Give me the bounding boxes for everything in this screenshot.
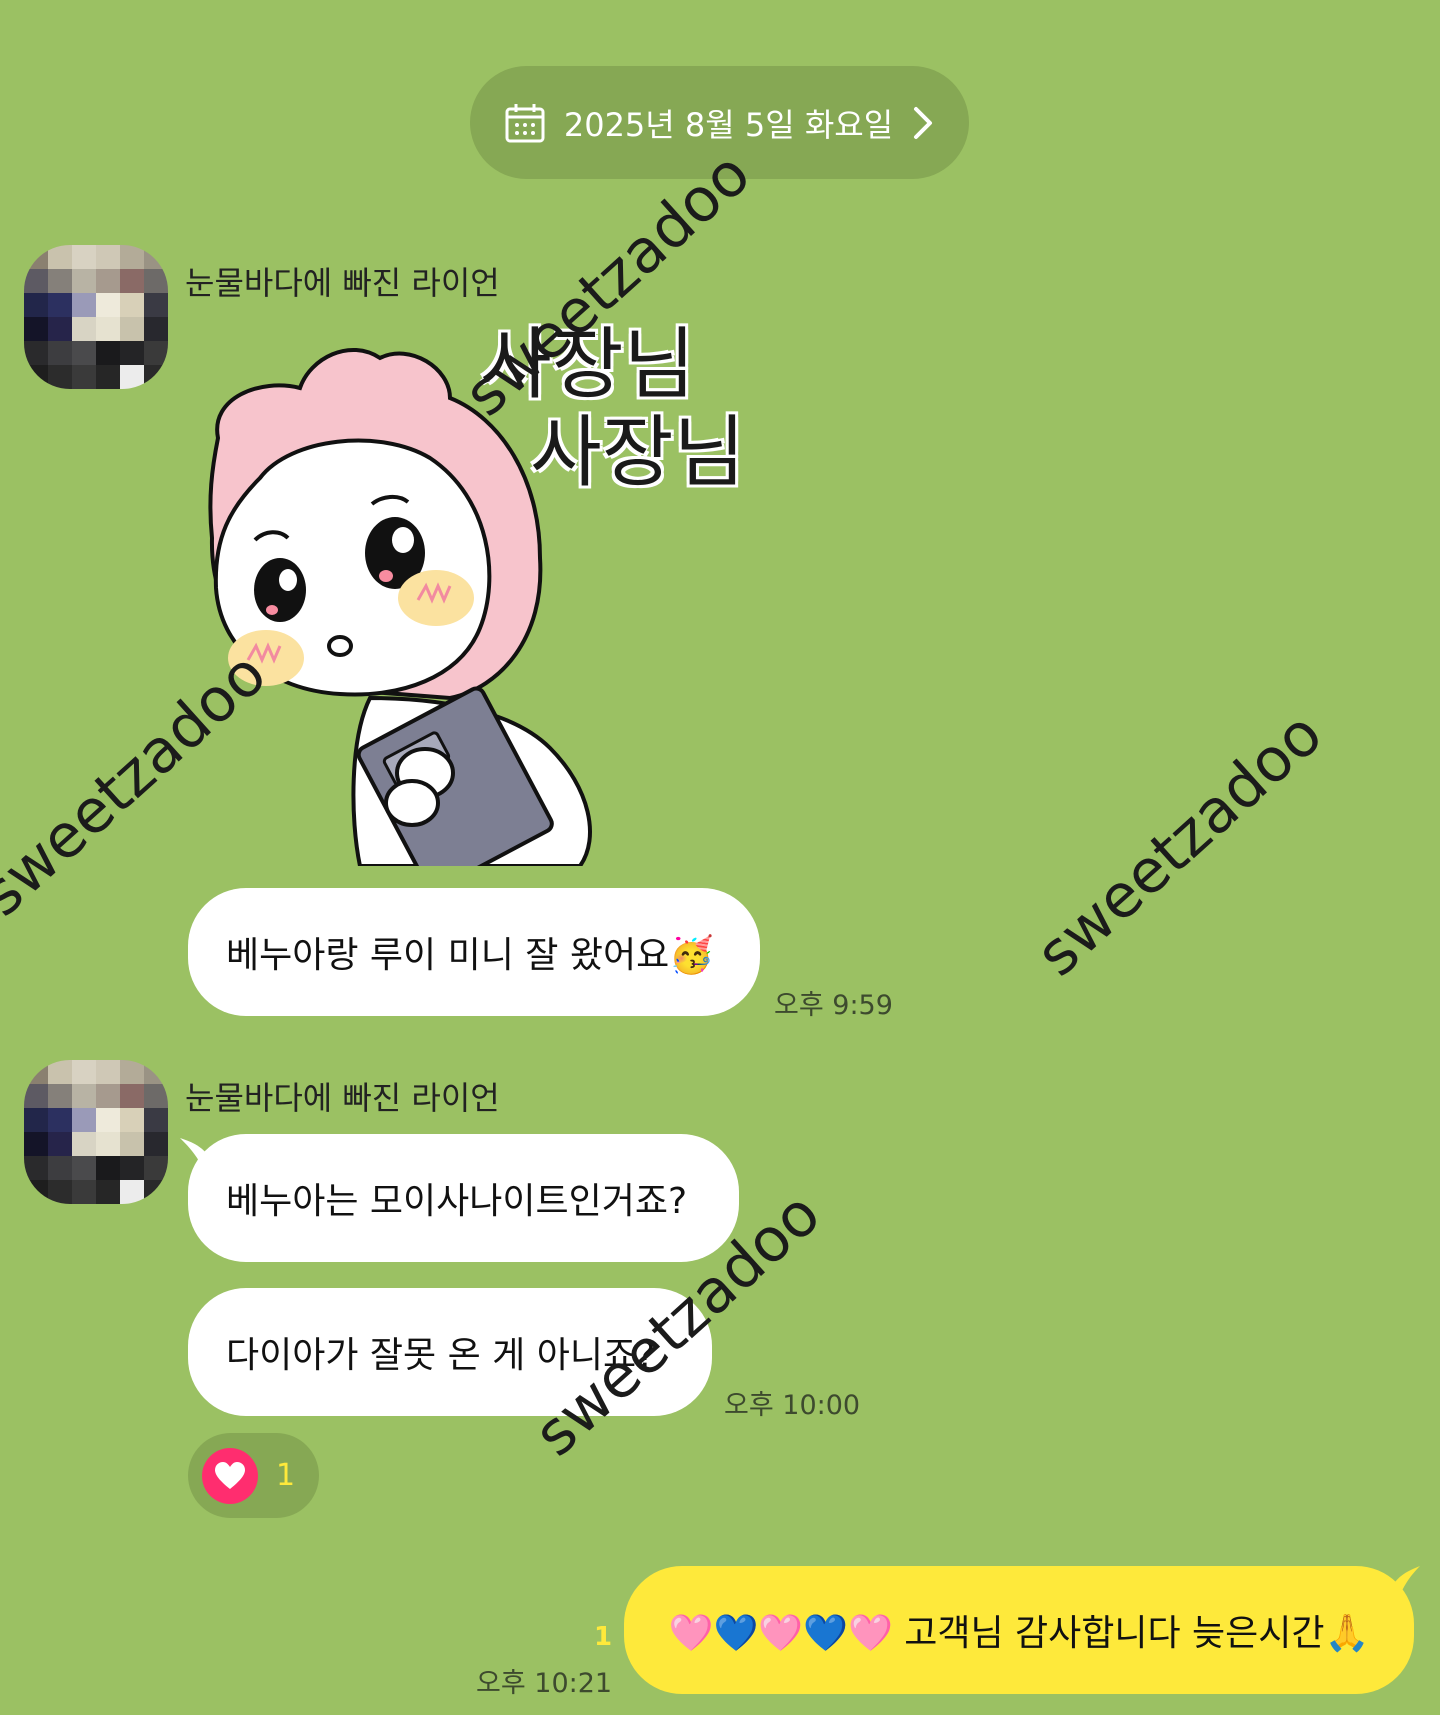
- heart-icon: [202, 1447, 258, 1504]
- my-message-bubble[interactable]: 🩷💙🩷💙🩷 고객님 감사합니다 늦은시간🙏: [624, 1566, 1414, 1694]
- date-divider-button[interactable]: 2025년 8월 5일 화요일: [470, 66, 969, 179]
- sticker-text-1: 사장님: [479, 320, 696, 410]
- chevron-right-icon: [911, 105, 935, 141]
- message-time: 오후 9:59: [774, 990, 893, 1021]
- date-label: 2025년 8월 5일 화요일: [563, 105, 894, 144]
- unread-count: 1: [594, 1622, 613, 1652]
- calendar-icon: [504, 102, 546, 144]
- message-text: 다이아가 잘못 온 게 아니죠?: [226, 1335, 656, 1376]
- sticker-image[interactable]: 사장님 사장님: [200, 318, 746, 892]
- message-text: 베누아는 모이사나이트인거죠?: [226, 1181, 688, 1222]
- avatar[interactable]: [24, 1060, 168, 1204]
- reaction-count: 1: [276, 1458, 296, 1493]
- message-text: 베누아랑 루이 미니 잘 왔어요🥳: [226, 935, 715, 976]
- message-text: 🩷💙🩷💙🩷 고객님 감사합니다 늦은시간🙏: [668, 1613, 1370, 1654]
- message-bubble[interactable]: 베누아랑 루이 미니 잘 왔어요🥳: [188, 888, 760, 1016]
- message-bubble[interactable]: 베누아는 모이사나이트인거죠?: [188, 1134, 739, 1262]
- message-time: 오후 10:21: [476, 1668, 613, 1699]
- sticker-text-2: 사장님: [529, 408, 746, 498]
- sender-name: 눈물바다에 빠진 라이언: [185, 1079, 500, 1117]
- message-time: 오후 10:00: [724, 1390, 861, 1421]
- message-bubble[interactable]: 다이아가 잘못 온 게 아니죠?: [188, 1288, 712, 1416]
- avatar[interactable]: [24, 245, 168, 389]
- reaction-badge[interactable]: 1: [188, 1433, 319, 1518]
- watermark: sweetzadoo: [1023, 698, 1336, 990]
- sender-name: 눈물바다에 빠진 라이언: [185, 264, 500, 302]
